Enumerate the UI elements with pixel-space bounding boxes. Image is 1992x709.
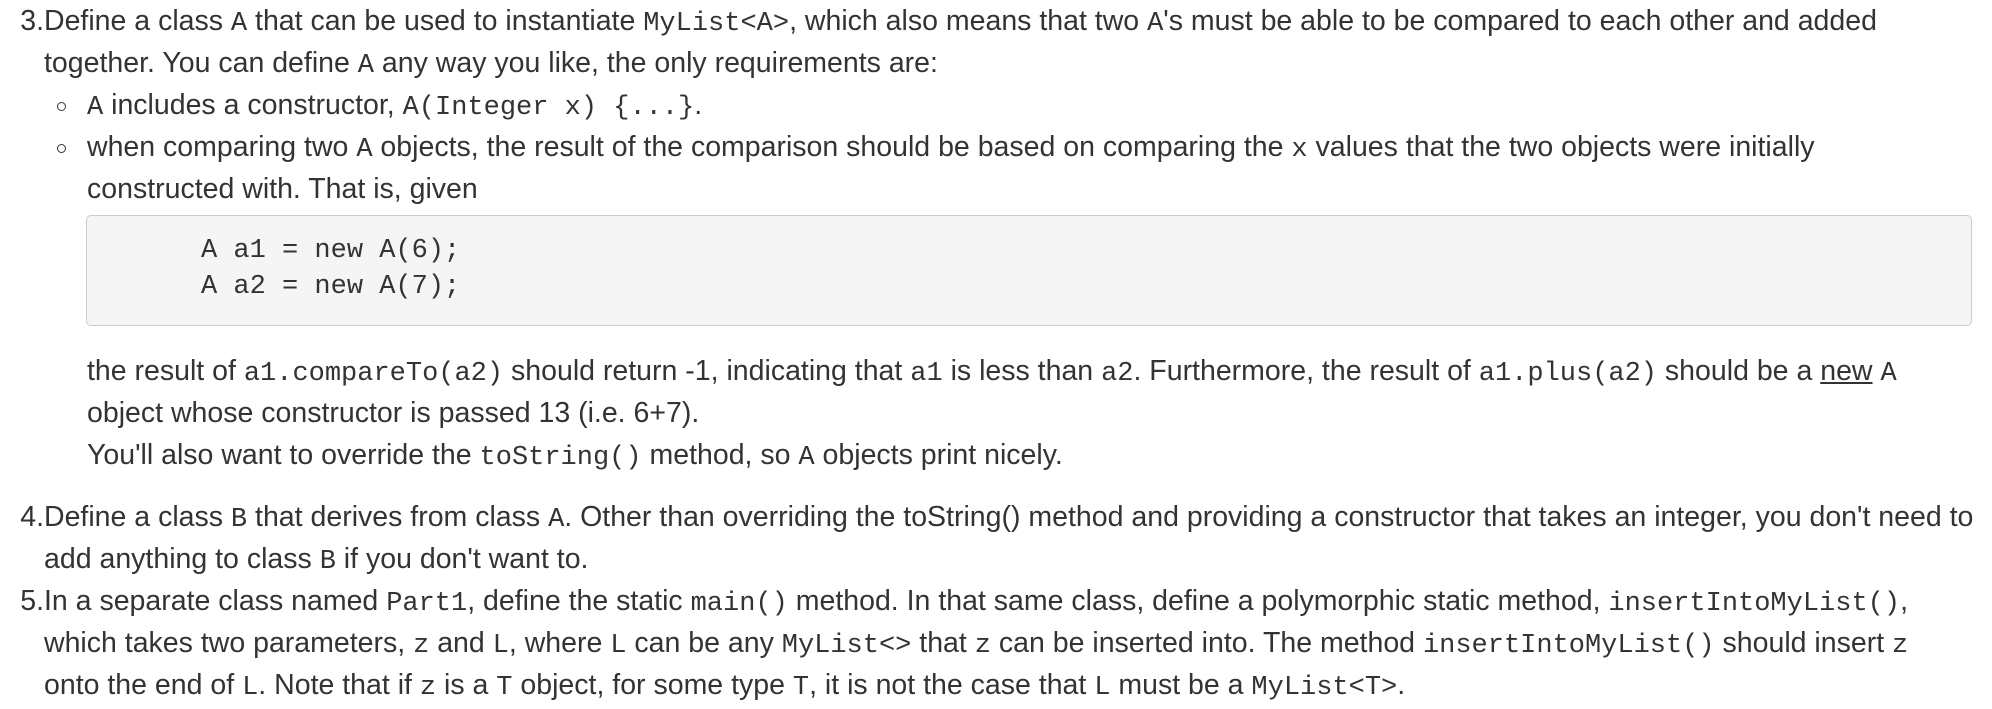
list-item-text: A includes a constructor, A(Integer x) {… [87,89,703,123]
paragraph-line: object whose constructor is passed 13 (i… [87,397,700,429]
paragraph-line: Define a class B that derives from class… [44,501,1974,535]
item-body: Define a class B that derives from class… [44,496,1974,580]
code-line: A a1 = new A(6); [201,236,461,266]
item-number: 5. [20,585,44,617]
bullet-icon [57,102,66,111]
item-number: 4. [20,501,44,533]
code-line: A a2 = new A(7); [201,272,461,302]
paragraph-line: Define a class A that can be used to ins… [44,5,1877,39]
item-body: Define a class A that can be used to ins… [44,0,1964,84]
paragraph-line: In a separate class named Part1, define … [44,585,1908,619]
paragraph-line: together. You can define A any way you l… [44,47,938,81]
paragraph-line: onto the end of L. Note that if z is a T… [44,669,1406,703]
list-item: A includes a constructor, A(Integer x) {… [44,84,1964,126]
item-body: In a separate class named Part1, define … [44,580,1964,706]
paragraph-line: which takes two parameters, z and L, whe… [44,627,1909,661]
item-number: 3. [20,5,44,37]
paragraph-line: add anything to class B if you don't wan… [44,543,589,577]
bullet-icon [57,144,66,153]
sub-list: A includes a constructor, A(Integer x) {… [44,84,1964,210]
list-item: when comparing two A objects, the result… [44,126,1964,168]
code-block: A a1 = new A(6); A a2 = new A(7); [86,215,1972,326]
paragraph: the result of a1.compareTo(a2) should re… [87,350,1967,476]
list-item-continuation: constructed with. That is, given [87,173,478,205]
paragraph-line: You'll also want to override the toStrin… [87,439,1063,473]
list-item-text: when comparing two A objects, the result… [87,131,1815,165]
paragraph-line: the result of a1.compareTo(a2) should re… [87,355,1897,389]
